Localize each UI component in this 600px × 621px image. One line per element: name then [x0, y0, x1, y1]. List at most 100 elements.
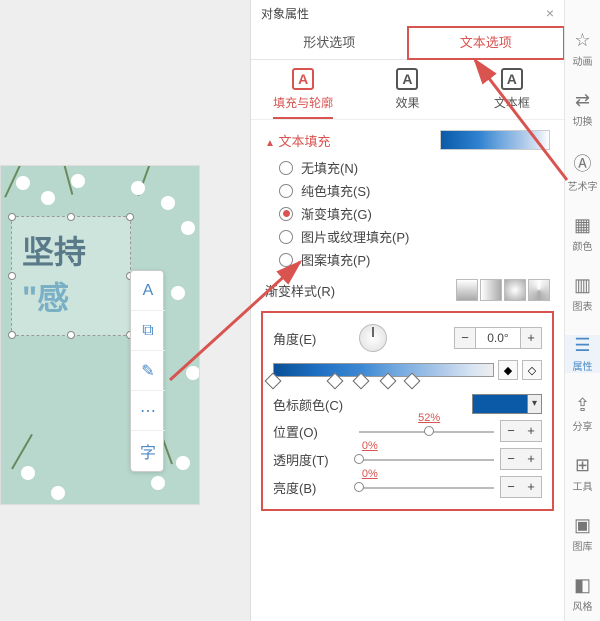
panel-close-button[interactable]: × [546, 5, 554, 21]
rail-label: 风格 [573, 598, 593, 613]
rail-transition[interactable]: ⇄切换 [565, 90, 600, 128]
rail-label: 动画 [573, 53, 593, 68]
stop-color-picker[interactable]: ▾ [472, 394, 542, 414]
stop-color-row: 色标颜色(C) ▾ [267, 391, 548, 417]
gradient-bar[interactable] [273, 363, 494, 377]
mini-text-button[interactable]: A [131, 271, 165, 311]
brightness-stepper: − + [500, 476, 542, 498]
radio-label: 纯色填充(S) [301, 181, 370, 200]
star-icon: ☆ [574, 30, 590, 51]
angle-stepper: − 0.0° + [454, 327, 542, 349]
remove-stop-button[interactable]: ◇ [522, 360, 542, 380]
rail-animation[interactable]: ☆ 动画 [565, 30, 600, 68]
brightness-decrement[interactable]: − [501, 477, 521, 497]
radio-gradient-fill[interactable]: 渐变填充(G) [279, 204, 550, 223]
fill-preview-swatch[interactable] [440, 130, 550, 150]
chevron-down-icon: ▾ [527, 395, 541, 413]
rail-color[interactable]: ▦颜色 [565, 215, 600, 253]
subtab-effects[interactable]: A 效果 [355, 60, 459, 119]
angle-row: 角度(E) − 0.0° + [267, 321, 548, 355]
more-icon: ⋯ [140, 401, 156, 421]
sub-tabs: A 填充与轮廓 A 效果 A 文本框 [251, 60, 564, 120]
brightness-value: 0% [362, 468, 378, 480]
add-stop-icon: ◆ [504, 364, 512, 377]
slide[interactable]: 坚持 "感 [0, 165, 200, 505]
textbox-icon: A [501, 68, 523, 90]
gradient-style-radial[interactable] [504, 279, 526, 301]
rail-label: 图表 [573, 298, 593, 313]
rail-wordart[interactable]: Ⓐ艺术字 [565, 150, 600, 193]
rail-tools[interactable]: ⊞工具 [565, 455, 600, 493]
opacity-value: 0% [362, 440, 378, 452]
opacity-increment[interactable]: + [521, 449, 541, 469]
add-stop-button[interactable]: ◆ [498, 360, 518, 380]
effects-icon: A [396, 68, 418, 90]
rail-label: 分享 [573, 418, 593, 433]
position-label: 位置(O) [273, 422, 353, 441]
brightness-slider[interactable]: 0% [359, 476, 494, 498]
position-increment[interactable]: + [521, 421, 541, 441]
position-stepper: − + [500, 420, 542, 442]
position-decrement[interactable]: − [501, 421, 521, 441]
textbox-line2: "感 [22, 273, 120, 319]
mini-more-button[interactable]: ⋯ [131, 391, 165, 431]
angle-label: 角度(E) [273, 329, 353, 348]
remove-stop-icon: ◇ [528, 364, 536, 377]
position-value: 52% [418, 412, 440, 424]
rail-library[interactable]: ▣图库 [565, 515, 600, 553]
gradient-style-linear-v[interactable] [456, 279, 478, 301]
rail-label: 艺术字 [568, 178, 598, 193]
angle-decrement[interactable]: − [455, 328, 475, 348]
angle-value[interactable]: 0.0° [475, 328, 521, 348]
main-tabs: 形状选项 文本选项 [251, 26, 564, 60]
mini-layer-button[interactable]: ⧉ [131, 311, 165, 351]
brightness-increment[interactable]: + [521, 477, 541, 497]
rail-properties[interactable]: ☰属性 [565, 335, 600, 373]
angle-increment[interactable]: + [521, 328, 541, 348]
resize-handle[interactable] [126, 213, 134, 221]
gradient-stop-editor: ◆ ◇ [273, 357, 542, 387]
mini-font-button[interactable]: 字 [131, 431, 165, 471]
resize-handle[interactable] [67, 213, 75, 221]
rail-style[interactable]: ◧风格 [565, 575, 600, 613]
palette-icon: ▦ [574, 215, 591, 236]
resize-handle[interactable] [8, 331, 16, 339]
section-header[interactable]: ▲ 文本填充 [265, 130, 550, 150]
tab-text-options[interactable]: 文本选项 [408, 26, 565, 59]
opacity-decrement[interactable]: − [501, 449, 521, 469]
angle-knob[interactable] [359, 324, 387, 352]
radio-no-fill[interactable]: 无填充(N) [279, 158, 550, 177]
gradient-style-linear-h[interactable] [480, 279, 502, 301]
mini-brush-button[interactable]: ✎ [131, 351, 165, 391]
brush-icon: ✎ [141, 361, 154, 381]
subtab-fill-outline[interactable]: A 填充与轮廓 [251, 60, 355, 119]
opacity-slider[interactable]: 0% [359, 448, 494, 470]
fill-outline-icon: A [292, 68, 314, 90]
subtab-textbox[interactable]: A 文本框 [460, 60, 564, 119]
share-icon: ⇪ [575, 395, 590, 416]
slider-thumb[interactable] [354, 482, 364, 492]
text-fill-section: ▲ 文本填充 无填充(N) 纯色填充(S) 渐变填充(G) 图片或纹理填充(P)… [251, 120, 564, 269]
resize-handle[interactable] [8, 213, 16, 221]
radio-picture-fill[interactable]: 图片或纹理填充(P) [279, 227, 550, 246]
slider-thumb[interactable] [424, 426, 434, 436]
slider-thumb[interactable] [354, 454, 364, 464]
radio-pattern-fill[interactable]: 图案填充(P) [279, 250, 550, 269]
selected-textbox[interactable]: 坚持 "感 [11, 216, 131, 336]
resize-handle[interactable] [67, 331, 75, 339]
radio-icon [279, 161, 293, 175]
radio-icon [279, 207, 293, 221]
resize-handle[interactable] [8, 272, 16, 280]
section-title: ▲ 文本填充 [265, 131, 331, 150]
gradient-style-rect[interactable] [528, 279, 550, 301]
position-slider[interactable]: 52% [359, 420, 494, 442]
rail-chart[interactable]: ▥图表 [565, 275, 600, 313]
opacity-stepper: − + [500, 448, 542, 470]
rail-share[interactable]: ⇪ 分享 [565, 395, 600, 433]
font-icon: 字 [140, 439, 156, 463]
tab-shape-options[interactable]: 形状选项 [251, 26, 408, 59]
radio-solid-fill[interactable]: 纯色填充(S) [279, 181, 550, 200]
brightness-label: 亮度(B) [273, 478, 353, 497]
stop-color-label: 色标颜色(C) [273, 395, 353, 414]
rail-label: 图库 [573, 538, 593, 553]
